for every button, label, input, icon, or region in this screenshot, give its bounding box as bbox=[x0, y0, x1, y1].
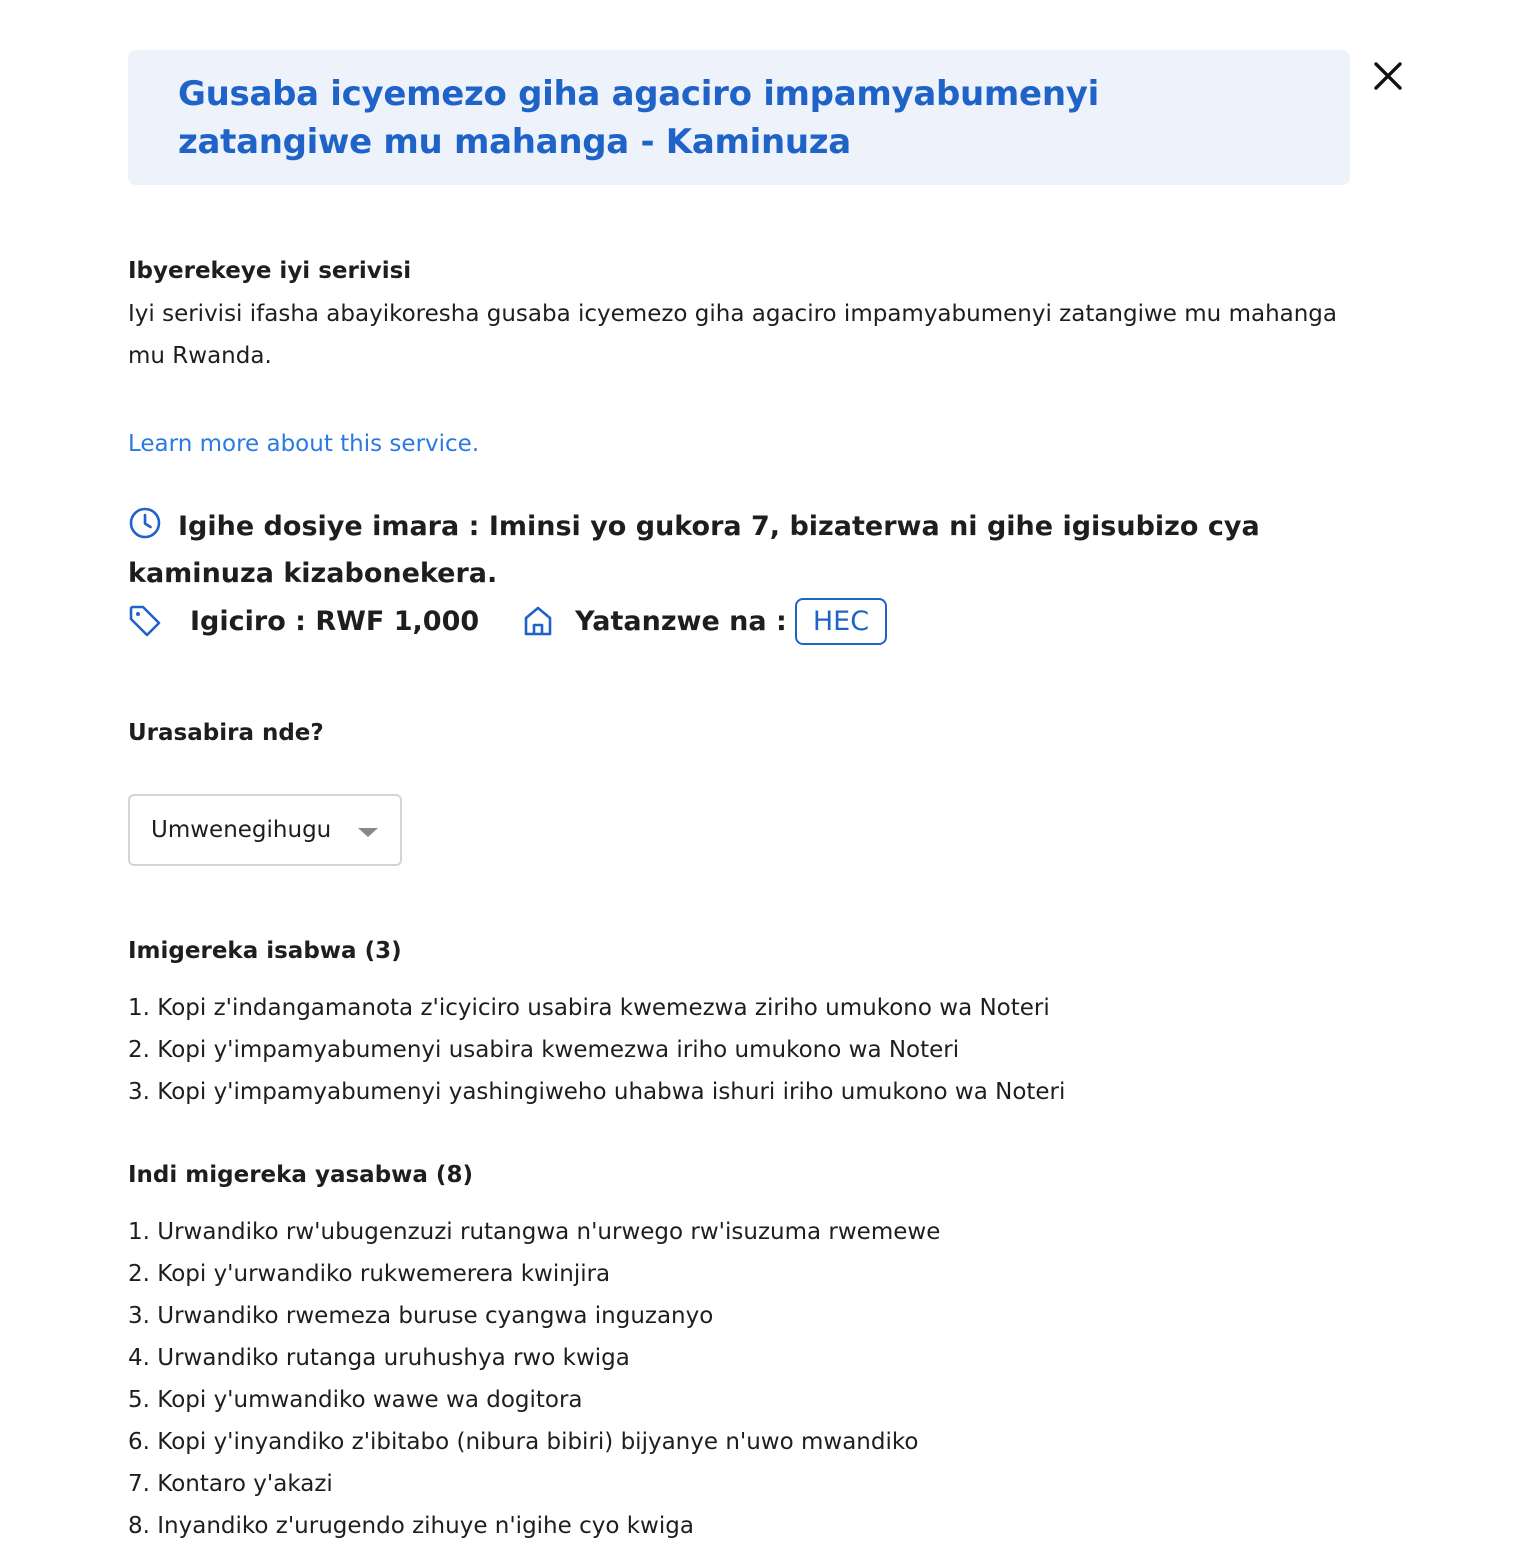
list-item: 7. Kontaro y'akazi bbox=[128, 1471, 333, 1497]
list-item: 3. Urwandiko rwemeza buruse cyangwa ingu… bbox=[128, 1303, 714, 1329]
other-docs-list: 1. Urwandiko rw'ubugenzuzi rutangwa n'ur… bbox=[128, 1211, 940, 1547]
clock-icon bbox=[129, 507, 161, 539]
provider-badge[interactable]: HEC bbox=[794, 597, 888, 645]
applicant-type-value: Umwenegihugu bbox=[151, 817, 332, 843]
learn-more-link[interactable]: Learn more about this service. bbox=[128, 426, 479, 462]
institution-icon bbox=[524, 606, 552, 636]
page-title: Gusaba icyemezo giha agaciro impamyabume… bbox=[178, 74, 1099, 162]
required-docs-list: 1. Kopi z'indangamanota z'icyiciro usabi… bbox=[128, 987, 1065, 1113]
list-item: 2. Kopi y'urwandiko rukwemerera kwinjira bbox=[128, 1261, 611, 1287]
list-item: 2. Kopi y'impamyabumenyi usabira kwemezw… bbox=[128, 1037, 960, 1063]
title-banner: Gusaba icyemezo giha agaciro impamyabume… bbox=[128, 50, 1350, 185]
price-text: Igiciro : RWF 1,000 bbox=[190, 605, 480, 637]
about-heading: Ibyerekeye iyi serivisi bbox=[128, 258, 412, 284]
list-item: 1. Kopi z'indangamanota z'icyiciro usabi… bbox=[128, 995, 1050, 1021]
list-item: 1. Urwandiko rw'ubugenzuzi rutangwa n'ur… bbox=[128, 1219, 941, 1245]
price-provider-row: Igiciro : RWF 1,000 Yatanzwe na : HEC bbox=[128, 597, 888, 645]
list-item: 8. Inyandiko z'urugendo zihuye n'igihe c… bbox=[128, 1513, 694, 1539]
applicant-type-heading: Urasabira nde? bbox=[128, 720, 324, 746]
about-description: Iyi serivisi ifasha abayikoresha gusaba … bbox=[128, 301, 1338, 369]
required-docs-heading: Imigereka isabwa (3) bbox=[128, 938, 402, 964]
list-item: 6. Kopi y'inyandiko z'ibitabo (nibura bi… bbox=[128, 1429, 919, 1455]
caret-down-icon bbox=[358, 828, 378, 837]
close-icon bbox=[1374, 62, 1402, 90]
processing-time: Igihe dosiye imara : Iminsi yo gukora 7,… bbox=[128, 503, 1358, 597]
list-item: 3. Kopi y'impamyabumenyi yashingiweho uh… bbox=[128, 1079, 1066, 1105]
price-tag-icon bbox=[129, 605, 161, 637]
list-item: 4. Urwandiko rutanga uruhushya rwo kwiga bbox=[128, 1345, 630, 1371]
applicant-type-select[interactable]: Umwenegihugu bbox=[128, 794, 402, 866]
close-button[interactable] bbox=[1366, 54, 1410, 98]
list-item: 5. Kopi y'umwandiko wawe wa dogitora bbox=[128, 1387, 583, 1413]
processing-time-text: Igihe dosiye imara : Iminsi yo gukora 7,… bbox=[128, 511, 1260, 589]
other-docs-heading: Indi migereka yasabwa (8) bbox=[128, 1162, 473, 1188]
service-details-page: Gusaba icyemezo giha agaciro impamyabume… bbox=[0, 0, 1524, 1552]
provider-label: Yatanzwe na : bbox=[575, 605, 787, 637]
